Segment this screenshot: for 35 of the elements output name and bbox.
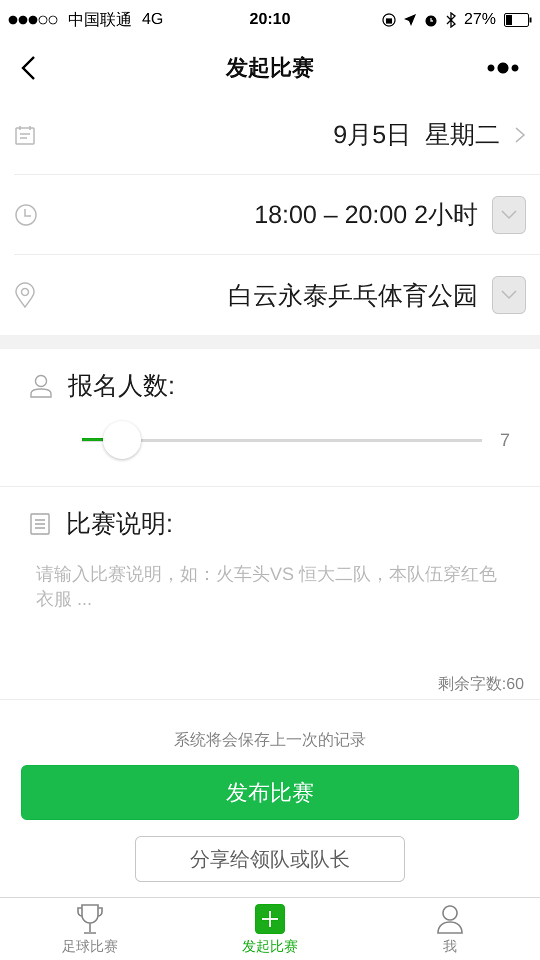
slider-value: 7: [500, 430, 510, 450]
signal-icon: [8, 15, 58, 25]
bluetooth-icon: [446, 12, 456, 28]
chevron-down-icon: [501, 290, 517, 300]
dropdown-button[interactable]: [492, 196, 526, 234]
dropdown-button[interactable]: [492, 276, 526, 314]
network-text: 4G: [142, 11, 164, 29]
battery-percent: 27%: [464, 11, 496, 29]
location-pin-icon: [14, 282, 36, 308]
alarm-icon: [424, 13, 438, 27]
calendar-icon: [14, 124, 36, 146]
share-button[interactable]: 分享给领队或队长: [135, 836, 405, 882]
plus-icon: [253, 902, 287, 936]
person-icon: [30, 374, 52, 398]
tab-bar-item[interactable]: 足球比赛: [0, 898, 180, 960]
clock-icon: [14, 202, 38, 226]
row-value[interactable]: 9月5日 星期二: [36, 118, 514, 151]
location-arrow-icon: [404, 14, 416, 26]
chevron-down-icon: [501, 210, 517, 220]
character-counter: 剩余字数:60: [436, 674, 525, 695]
rotation-lock-icon: [382, 13, 396, 27]
carrier-text: 中国联通: [68, 10, 132, 30]
page-title: 发起比赛: [224, 54, 315, 82]
tab-bar-item[interactable]: 我: [360, 898, 540, 960]
row-value[interactable]: 白云永泰乒乓体育公园: [36, 278, 492, 312]
document-icon: [30, 512, 50, 534]
clock-time: 20:10: [250, 11, 290, 29]
slider-thumb[interactable]: [102, 421, 141, 459]
row-value[interactable]: 18:00 – 20:00 2小时: [38, 198, 492, 231]
chevron-right-icon[interactable]: [514, 126, 526, 144]
save-note: 系统将会保存上一次的记录: [173, 730, 367, 751]
section-label: 报名人数:: [68, 371, 175, 402]
tab-bar-item[interactable]: 发起比赛: [180, 898, 360, 960]
battery-icon: [504, 13, 532, 27]
section-label: 比赛说明:: [66, 509, 173, 540]
